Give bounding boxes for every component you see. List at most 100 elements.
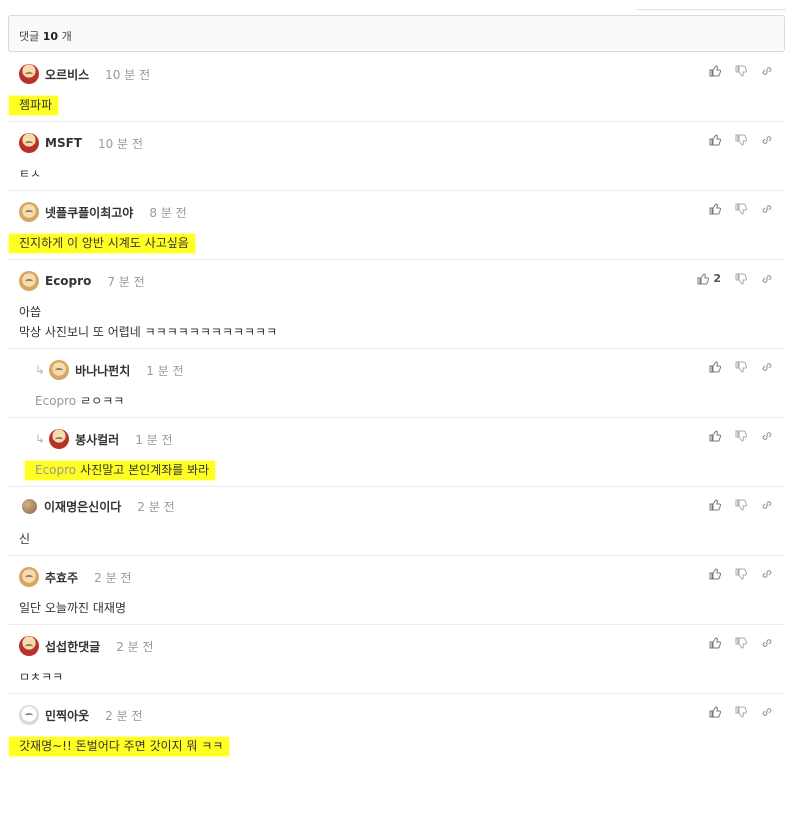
comment-author[interactable]: MSFT bbox=[45, 136, 82, 150]
dislike-button[interactable] bbox=[735, 134, 747, 146]
share-button[interactable] bbox=[761, 273, 773, 285]
comment-meta: 추효주 2 분 전 bbox=[19, 567, 131, 587]
comment-author[interactable]: 봉사컬러 bbox=[75, 431, 119, 448]
comment-author[interactable]: Ecopro bbox=[45, 274, 91, 288]
comment-author[interactable]: 추효주 bbox=[45, 569, 78, 586]
share-button[interactable] bbox=[761, 65, 773, 77]
ball-icon[interactable] bbox=[22, 499, 37, 514]
share-button[interactable] bbox=[761, 361, 773, 373]
comment-item: MSFT 10 분 전 ㅌㅅ bbox=[8, 122, 785, 191]
comment-item: 오르비스 10 분 전 젬파파 bbox=[8, 53, 785, 122]
comment-author[interactable]: 민찍아웃 bbox=[45, 707, 89, 724]
like-button[interactable] bbox=[709, 706, 721, 718]
dog-red-icon[interactable] bbox=[19, 133, 39, 153]
thumbs-down-icon bbox=[735, 430, 747, 442]
comment-time: 1 분 전 bbox=[146, 363, 184, 378]
comment-count: 10 bbox=[42, 30, 59, 43]
thumbs-down-icon bbox=[735, 568, 747, 580]
thumbs-down-icon bbox=[735, 134, 747, 146]
thumbs-down-icon bbox=[735, 361, 747, 373]
comment-body: Ecopro ㄹㅇㅋㅋ bbox=[35, 391, 124, 411]
mention-link[interactable]: Ecopro bbox=[35, 394, 76, 408]
comment-author[interactable]: 이재명은신이다 bbox=[44, 498, 121, 515]
like-button[interactable] bbox=[709, 430, 721, 442]
share-button[interactable] bbox=[761, 499, 773, 511]
like-button[interactable] bbox=[709, 361, 721, 373]
dog-red-icon[interactable] bbox=[19, 64, 39, 84]
comment-list: 오르비스 10 분 전 젬파파 MSFT 10 분 전 ㅌㅅ 넷플쿠플이최고야 bbox=[8, 53, 785, 763]
dislike-button[interactable] bbox=[735, 637, 747, 649]
share-button[interactable] bbox=[761, 568, 773, 580]
comment-text: ㄹㅇㅋㅋ bbox=[80, 394, 125, 408]
thumbs-up-icon bbox=[709, 499, 721, 511]
dislike-button[interactable] bbox=[735, 568, 747, 580]
like-button[interactable] bbox=[709, 499, 721, 511]
reply-arrow-icon: ↳ bbox=[35, 363, 46, 377]
comment-body: ㅁㅊㅋㅋ bbox=[19, 670, 64, 684]
comment-time: 7 분 전 bbox=[107, 274, 145, 289]
dog-icon[interactable] bbox=[19, 567, 39, 587]
comment-time: 2 분 전 bbox=[116, 639, 154, 654]
thumbs-up-icon bbox=[709, 65, 721, 77]
thumbs-down-icon bbox=[735, 273, 747, 285]
share-button[interactable] bbox=[761, 134, 773, 146]
thumbs-up-icon bbox=[709, 134, 721, 146]
comment-time: 2 분 전 bbox=[137, 500, 175, 514]
comment-meta: 넷플쿠플이최고야 8 분 전 bbox=[19, 202, 187, 222]
comment-actions bbox=[695, 134, 773, 146]
link-icon bbox=[762, 67, 772, 75]
comment-actions bbox=[695, 430, 773, 442]
comment-item: 민찍아웃 2 분 전 갓재명~!! 돈벌어다 주면 갓이지 뭐 ㅋㅋ bbox=[8, 694, 785, 763]
dislike-button[interactable] bbox=[735, 65, 747, 77]
highlighted-text: 진지하게 이 앙반 시계도 사고싶음 bbox=[9, 234, 195, 253]
thumbs-down-icon bbox=[735, 499, 747, 511]
thumbs-up-icon bbox=[709, 430, 721, 442]
link-icon bbox=[762, 432, 772, 440]
dislike-button[interactable] bbox=[735, 273, 747, 285]
like-button[interactable] bbox=[709, 637, 721, 649]
white-dog-icon[interactable] bbox=[19, 705, 39, 725]
like-button[interactable] bbox=[709, 65, 721, 77]
mention-link[interactable]: Ecopro bbox=[35, 463, 76, 477]
like-button[interactable] bbox=[709, 134, 721, 146]
comment-item: 섭섭한댓글 2 분 전 ㅁㅊㅋㅋ bbox=[8, 625, 785, 694]
comment-author[interactable]: 넷플쿠플이최고야 bbox=[45, 204, 133, 221]
dislike-button[interactable] bbox=[735, 203, 747, 215]
comment-actions bbox=[695, 568, 773, 580]
reply-item: ↳ 봉사컬러 1 분 전 Ecopro 사진말고 본인계좌를 봐라 bbox=[8, 418, 785, 487]
comment-meta: 민찍아웃 2 분 전 bbox=[19, 705, 143, 725]
thumbs-up-icon bbox=[697, 272, 710, 284]
dog-red-icon[interactable] bbox=[49, 429, 70, 449]
link-icon bbox=[762, 136, 772, 144]
link-icon bbox=[762, 274, 772, 283]
dog-icon[interactable] bbox=[19, 202, 39, 222]
dog-icon[interactable] bbox=[49, 360, 70, 380]
share-button[interactable] bbox=[761, 706, 773, 718]
thumbs-down-icon bbox=[735, 706, 747, 718]
top-divider bbox=[636, 9, 786, 10]
link-icon bbox=[762, 205, 772, 213]
link-icon bbox=[762, 570, 772, 578]
share-button[interactable] bbox=[761, 430, 773, 442]
like-button[interactable] bbox=[709, 203, 721, 215]
share-button[interactable] bbox=[761, 637, 773, 649]
comment-body: 갓재명~!! 돈벌어다 주면 갓이지 뭐 ㅋㅋ bbox=[9, 736, 230, 756]
share-button[interactable] bbox=[761, 203, 773, 215]
reply-item: ↳ 바나나펀치 1 분 전 Ecopro ㄹㅇㅋㅋ bbox=[8, 349, 785, 418]
comment-time: 2 분 전 bbox=[105, 708, 143, 723]
comment-author[interactable]: 바나나펀치 bbox=[75, 362, 130, 379]
comment-author[interactable]: 섭섭한댓글 bbox=[45, 638, 100, 655]
like-button[interactable]: 2 bbox=[697, 272, 721, 285]
like-button[interactable] bbox=[709, 568, 721, 580]
dog-icon[interactable] bbox=[19, 271, 39, 291]
dislike-button[interactable] bbox=[735, 430, 747, 442]
comment-author[interactable]: 오르비스 bbox=[45, 66, 89, 83]
dislike-button[interactable] bbox=[735, 499, 747, 511]
thumbs-up-icon bbox=[709, 706, 721, 718]
comment-time: 10 분 전 bbox=[97, 136, 143, 151]
dog-red-icon[interactable] bbox=[19, 636, 39, 656]
dislike-button[interactable] bbox=[735, 361, 747, 373]
dislike-button[interactable] bbox=[735, 706, 747, 718]
comment-item: 추효주 2 분 전 일단 오늘까진 대재명 bbox=[8, 556, 785, 625]
comment-actions bbox=[695, 361, 773, 373]
